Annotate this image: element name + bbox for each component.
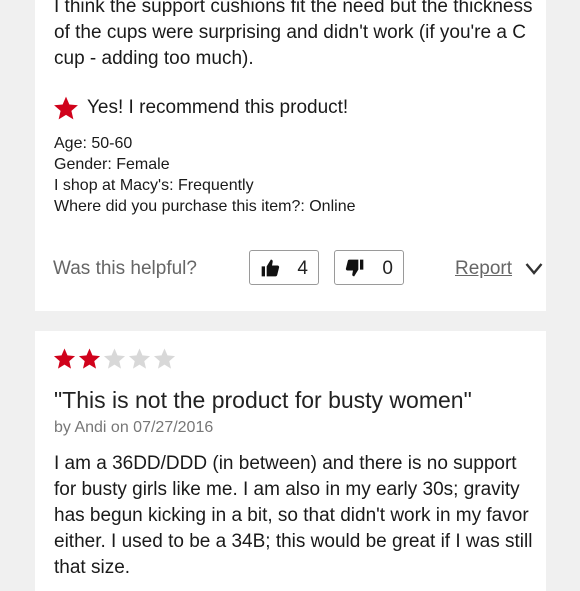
- chevron-down-icon[interactable]: [525, 262, 543, 276]
- attribute-purchase-location: Where did you purchase this item?: Onlin…: [54, 198, 356, 215]
- star-filled-icon: [78, 348, 101, 369]
- review-title: "This is not the product for busty women…: [54, 387, 472, 413]
- attribute-age: Age: 50-60: [54, 135, 133, 152]
- star-filled-icon: [53, 348, 76, 369]
- reviewer-attributes: Age: 50-60 Gender: Female I shop at Macy…: [54, 133, 355, 217]
- star-rating: [53, 347, 178, 370]
- star-icon: [54, 96, 78, 120]
- star-empty-icon: [103, 348, 126, 369]
- review-card-2: "This is not the product for busty women…: [35, 331, 546, 591]
- downvote-count: 0: [382, 258, 393, 279]
- review-byline: by Andi on 07/27/2016: [54, 419, 214, 436]
- helpful-bar: Was this helpful? 4 0 Report: [53, 250, 543, 288]
- attribute-gender: Gender: Female: [54, 156, 170, 173]
- upvote-count: 4: [297, 258, 308, 279]
- report-link[interactable]: Report: [455, 258, 512, 280]
- recommend-text: Yes! I recommend this product!: [87, 97, 349, 118]
- review-body: I think the support cushions fit the nee…: [54, 0, 533, 69]
- recommendation: Yes! I recommend this product!: [53, 94, 348, 122]
- star-empty-icon: [128, 348, 151, 369]
- thumbs-down-icon: [345, 259, 364, 277]
- review-body: I am a 36DD/DDD (in between) and there i…: [54, 453, 533, 578]
- star-empty-icon: [153, 348, 176, 369]
- review-card-1: I think the support cushions fit the nee…: [35, 0, 546, 311]
- helpful-label: Was this helpful?: [53, 258, 197, 279]
- thumbs-up-icon: [261, 259, 280, 277]
- downvote-button[interactable]: 0: [334, 250, 404, 285]
- upvote-button[interactable]: 4: [249, 250, 319, 285]
- attribute-shop-frequency: I shop at Macy's: Frequently: [54, 177, 254, 194]
